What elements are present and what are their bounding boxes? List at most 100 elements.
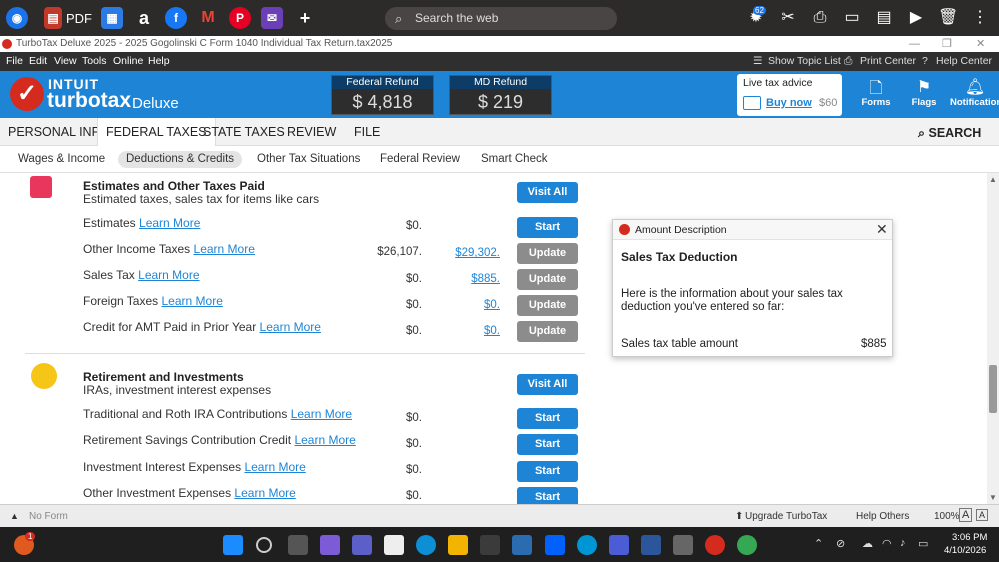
retirement-visit-all-button[interactable]: Visit All xyxy=(517,374,578,395)
print-center-button[interactable]: Print Center xyxy=(860,55,916,67)
clock-date[interactable]: 4/10/2026 xyxy=(944,545,986,556)
mail-app-icon[interactable] xyxy=(512,535,532,555)
text-size-small-icon[interactable]: A xyxy=(976,509,989,521)
subtab-deductions-credits[interactable]: Deductions & Credits xyxy=(118,151,243,168)
amazon-icon[interactable]: a xyxy=(133,7,155,29)
estimates-visit-all-button[interactable]: Visit All xyxy=(517,182,578,203)
row-amount-link[interactable]: $0. xyxy=(430,299,500,311)
form-toggle-icon[interactable]: ▲ xyxy=(10,511,19,521)
other-investment-start-button[interactable]: Start xyxy=(517,487,578,504)
md-refund-box[interactable]: MD Refund $ 219 xyxy=(449,75,552,115)
investment-interest-start-button[interactable]: Start xyxy=(517,461,578,482)
facebook-icon[interactable]: f xyxy=(165,7,187,29)
learn-more-link[interactable]: Learn More xyxy=(162,294,223,308)
subtab-wages-income[interactable]: Wages & Income xyxy=(10,151,113,168)
learn-more-link[interactable]: Learn More xyxy=(139,216,200,230)
media-player-icon[interactable] xyxy=(609,535,629,555)
calculator-icon[interactable] xyxy=(673,535,693,555)
learn-more-link[interactable]: Learn More xyxy=(291,407,352,421)
foreign-taxes-update-button[interactable]: Update xyxy=(517,295,578,316)
learn-more-link[interactable]: Learn More xyxy=(244,460,305,474)
row-amount-link[interactable]: $0. xyxy=(430,325,500,337)
row-amount-link[interactable]: $885. xyxy=(430,273,500,285)
volume-icon[interactable]: ♪ xyxy=(900,537,906,549)
cut-icon[interactable]: ✂ xyxy=(778,8,798,28)
yahoo-mail-icon[interactable]: ✉ xyxy=(261,7,283,29)
ira-start-button[interactable]: Start xyxy=(517,408,578,429)
subtab-smart-check[interactable]: Smart Check xyxy=(473,151,555,168)
row-amount-link[interactable]: $29,302. xyxy=(430,247,500,259)
close-icon[interactable]: ✕ xyxy=(876,221,888,238)
taskbar-search-icon[interactable] xyxy=(256,537,272,553)
forms-button[interactable]: 🗋 Forms xyxy=(852,77,900,108)
menu-file[interactable]: File xyxy=(6,55,23,67)
battery-icon[interactable]: ▭ xyxy=(918,537,928,550)
close-window-icon[interactable]: ✕ xyxy=(976,36,985,52)
upgrade-turbotax-button[interactable]: Upgrade TurboTax xyxy=(745,511,827,522)
menu-help[interactable]: Help xyxy=(148,55,170,67)
turbotax-taskbar-icon[interactable] xyxy=(705,535,725,555)
play-icon[interactable]: ▶ xyxy=(906,8,926,28)
windows-start-icon[interactable] xyxy=(223,535,243,555)
menu-edit[interactable]: Edit xyxy=(29,55,47,67)
menu-online[interactable]: Online xyxy=(113,55,143,67)
scroll-down-icon[interactable]: ▼ xyxy=(988,493,998,502)
content-scrollbar[interactable]: ▲ ▼ xyxy=(987,173,999,504)
sales-tax-update-button[interactable]: Update xyxy=(517,269,578,290)
photos-icon[interactable]: ▦ xyxy=(101,7,123,29)
clipboard-icon[interactable]: ▤ xyxy=(874,8,894,28)
flags-button[interactable]: ⚑ Flags xyxy=(900,77,948,108)
trash-icon[interactable]: 🗑 xyxy=(938,8,958,28)
pinterest-icon[interactable]: P xyxy=(229,7,251,29)
clock-time[interactable]: 3:06 PM xyxy=(952,532,987,543)
show-topic-list-button[interactable]: Show Topic List xyxy=(768,55,841,67)
menu-view[interactable]: View xyxy=(54,55,77,67)
notifications-button[interactable]: 🔔︎ Notifications xyxy=(950,77,999,108)
subtab-other-tax-situations[interactable]: Other Tax Situations xyxy=(249,151,368,168)
text-size-large-icon[interactable]: A xyxy=(959,508,973,522)
edge-icon[interactable] xyxy=(416,535,436,555)
help-center-button[interactable]: Help Center xyxy=(936,55,992,67)
add-shortcut-icon[interactable]: + xyxy=(294,7,316,29)
learn-more-link[interactable]: Learn More xyxy=(194,242,255,256)
retirement-savings-start-button[interactable]: Start xyxy=(517,434,578,455)
pdf-icon[interactable]: ▤ xyxy=(44,7,62,29)
help-others-button[interactable]: Help Others xyxy=(856,511,909,522)
federal-refund-box[interactable]: Federal Refund $ 4,818 xyxy=(331,75,434,115)
gmail-icon[interactable]: M xyxy=(197,7,219,29)
task-view-icon[interactable] xyxy=(288,535,308,555)
buy-now-link[interactable]: Buy now xyxy=(766,97,812,109)
search-button[interactable]: ⌕ SEARCH xyxy=(918,126,981,141)
dropbox-icon[interactable] xyxy=(545,535,565,555)
file-explorer-icon[interactable] xyxy=(448,535,468,555)
web-search-input[interactable]: ⌕ Search the web xyxy=(385,7,617,30)
scroll-thumb[interactable] xyxy=(989,365,997,413)
chrome-icon[interactable] xyxy=(737,535,757,555)
learn-more-link[interactable]: Learn More xyxy=(234,486,295,500)
minimize-icon[interactable]: — xyxy=(909,36,920,52)
store-icon[interactable] xyxy=(480,535,500,555)
menu-tools[interactable]: Tools xyxy=(82,55,107,67)
other-income-taxes-update-button[interactable]: Update xyxy=(517,243,578,264)
word-icon[interactable] xyxy=(641,535,661,555)
scroll-up-icon[interactable]: ▲ xyxy=(988,175,998,184)
tab-file[interactable]: FILE xyxy=(346,118,388,146)
pdf-label[interactable]: PDF xyxy=(66,11,92,26)
tab-review[interactable]: REVIEW xyxy=(279,118,344,146)
copilot-icon[interactable] xyxy=(320,535,340,555)
browser-logo-icon[interactable]: ◉ xyxy=(6,7,28,29)
subtab-federal-review[interactable]: Federal Review xyxy=(372,151,468,168)
screencast-icon[interactable]: ▭ xyxy=(842,8,862,28)
learn-more-link[interactable]: Learn More xyxy=(294,433,355,447)
chevron-up-icon[interactable]: ⌃ xyxy=(814,537,823,550)
wifi-icon[interactable]: ◠ xyxy=(882,537,892,550)
hp-icon[interactable] xyxy=(577,535,597,555)
estimates-start-button[interactable]: Start xyxy=(517,217,578,238)
teams-icon[interactable] xyxy=(352,535,372,555)
amazon-app-icon[interactable] xyxy=(384,535,404,555)
amt-credit-update-button[interactable]: Update xyxy=(517,321,578,342)
learn-more-link[interactable]: Learn More xyxy=(260,320,321,334)
restore-icon[interactable]: ❐ xyxy=(942,36,952,52)
learn-more-link[interactable]: Learn More xyxy=(138,268,199,282)
cloud-icon[interactable]: ☁ xyxy=(862,537,873,550)
